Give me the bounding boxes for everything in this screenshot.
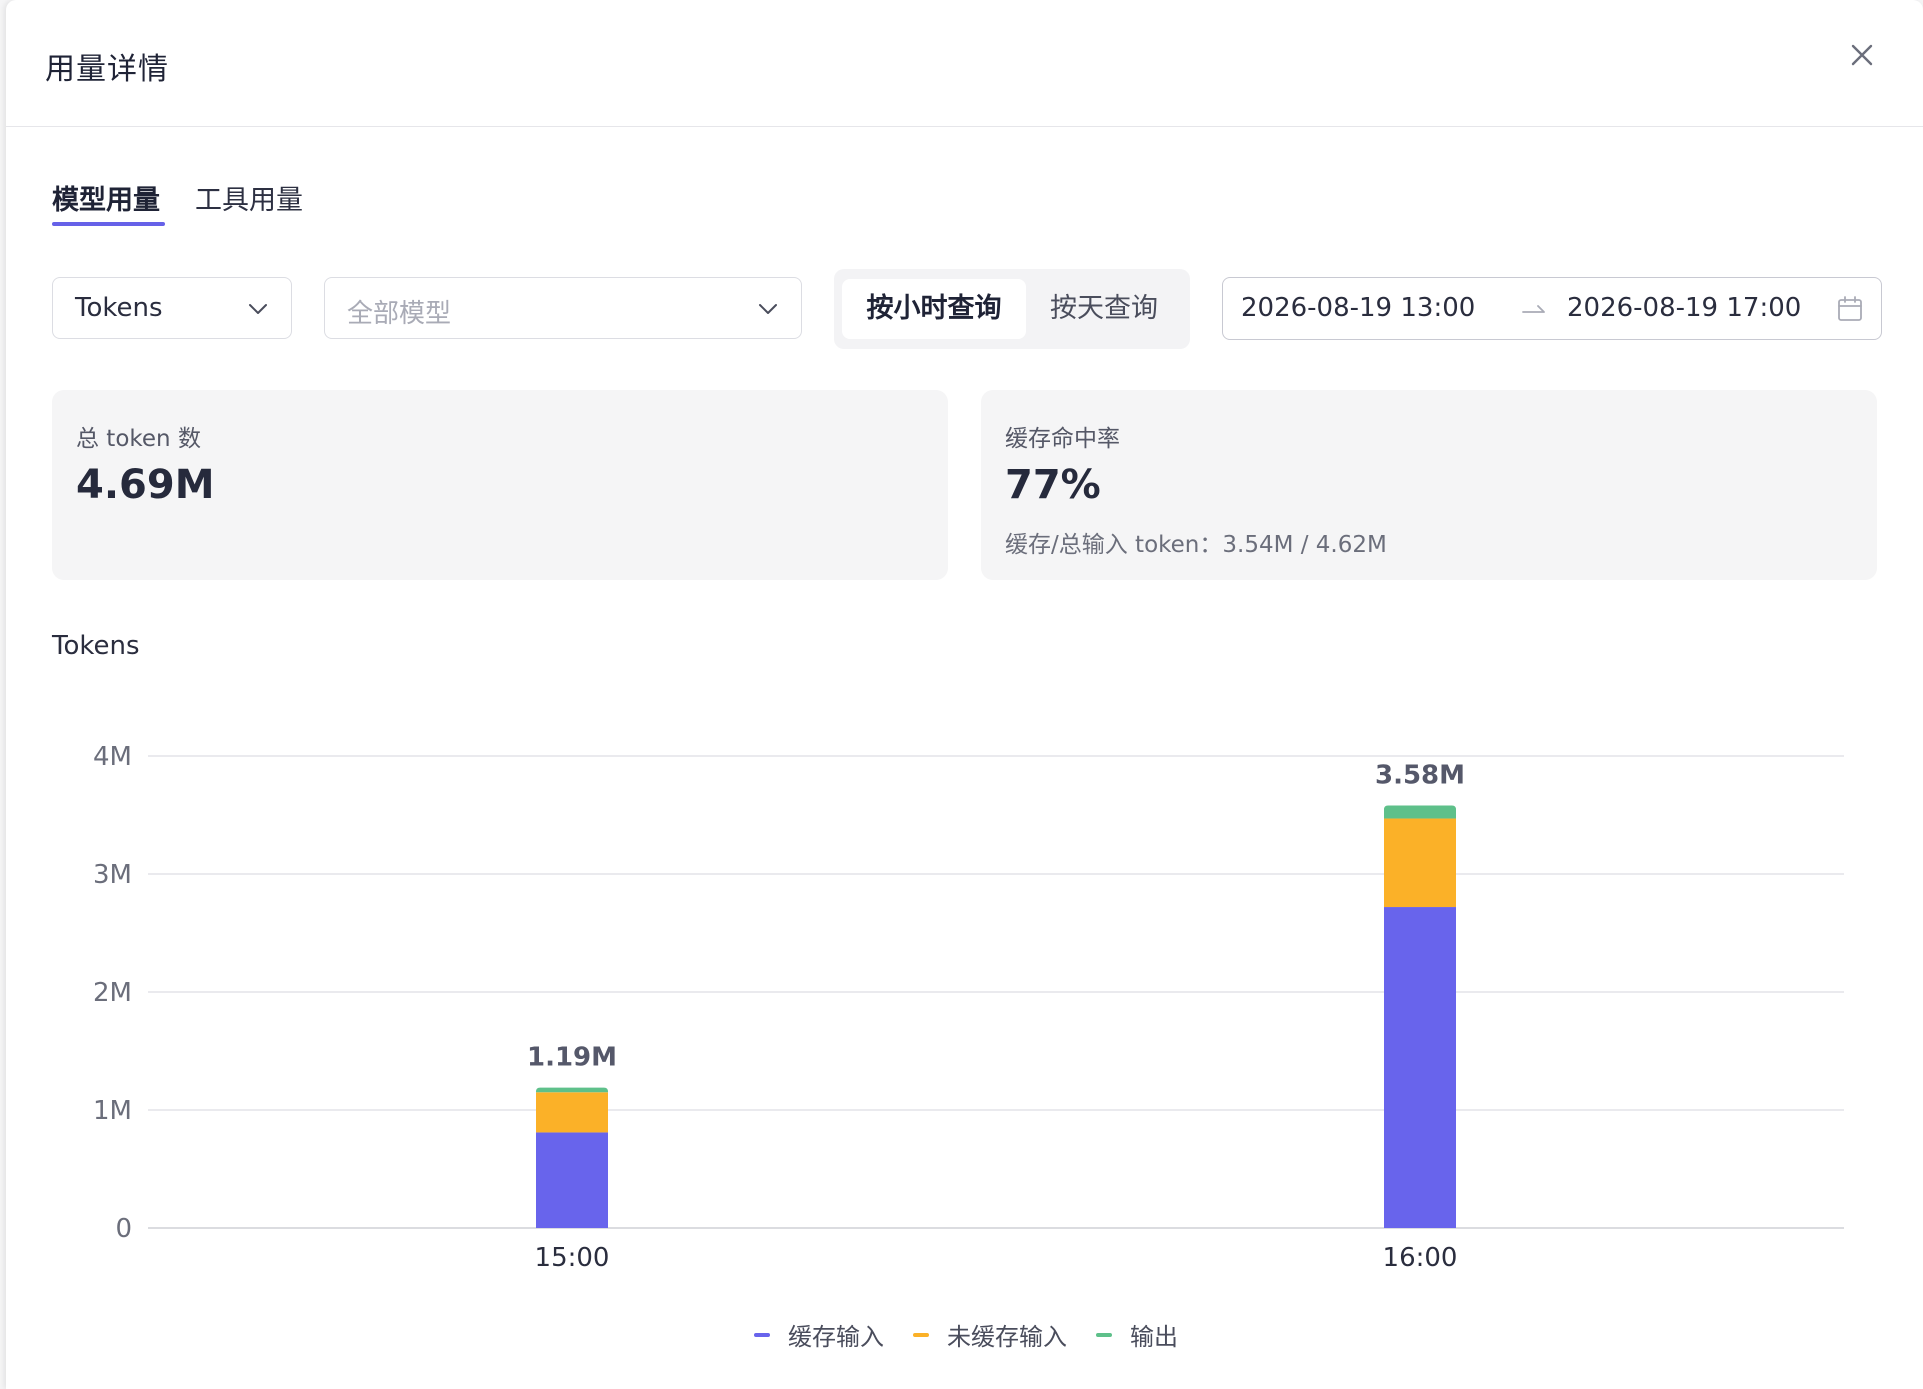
y-tick-label: 3M xyxy=(93,860,132,890)
model-select-placeholder: 全部模型 xyxy=(347,299,452,329)
total-tokens-label: 总 token 数 xyxy=(76,426,201,452)
bar-total-label: 3.58M xyxy=(1375,761,1465,791)
close-icon[interactable] xyxy=(1845,38,1879,72)
legend-swatch xyxy=(913,1333,929,1337)
bar-segment[interactable] xyxy=(536,1087,608,1093)
tab-model-usage[interactable]: 模型用量 xyxy=(52,178,160,217)
bar-segment[interactable] xyxy=(536,1092,608,1133)
bar-segment[interactable] xyxy=(1384,805,1456,819)
date-range-picker[interactable]: 2026-08-19 13:00 2026-08-19 17:00 xyxy=(1222,277,1882,340)
range-start-input[interactable]: 2026-08-19 13:00 xyxy=(1241,293,1475,323)
bar-total-label: 1.19M xyxy=(527,1043,617,1073)
y-tick-label: 0 xyxy=(115,1214,132,1244)
legend-label[interactable]: 缓存输入 xyxy=(788,1323,884,1351)
granularity-toggle: 按小时查询 按天查询 xyxy=(834,269,1190,349)
chevron-down-icon xyxy=(249,304,267,314)
x-tick-label: 15:00 xyxy=(535,1243,610,1273)
metric-select[interactable]: Tokens xyxy=(52,277,292,339)
model-select[interactable]: 全部模型 xyxy=(324,277,802,339)
modal-header: 用量详情 xyxy=(6,0,1923,127)
bar-segment[interactable] xyxy=(1384,907,1456,1228)
tab-tool-usage[interactable]: 工具用量 xyxy=(195,178,303,217)
modal-title: 用量详情 xyxy=(45,52,169,87)
legend-swatch xyxy=(1096,1333,1112,1337)
bar-segment[interactable] xyxy=(536,1132,608,1228)
query-by-hour-button[interactable]: 按小时查询 xyxy=(842,279,1026,339)
legend-label[interactable]: 未缓存输入 xyxy=(947,1323,1067,1351)
usage-detail-modal: 用量详情 模型用量 工具用量 Tokens 全部模型 按小时查询 按天查询 20… xyxy=(6,0,1923,1389)
chart-title: Tokens xyxy=(52,631,140,661)
legend-swatch xyxy=(754,1333,770,1337)
legend-label[interactable]: 输出 xyxy=(1130,1323,1178,1351)
calendar-icon[interactable] xyxy=(1837,295,1863,323)
range-end-input[interactable]: 2026-08-19 17:00 xyxy=(1567,293,1801,323)
y-tick-label: 2M xyxy=(93,978,132,1008)
total-tokens-card: 总 token 数 4.69M xyxy=(52,390,948,580)
cache-hit-label: 缓存命中率 xyxy=(1005,426,1120,452)
y-tick-label: 4M xyxy=(93,742,132,772)
bar-segment[interactable] xyxy=(1384,818,1456,908)
metric-select-value: Tokens xyxy=(75,293,163,323)
arrow-right-icon xyxy=(1522,305,1545,313)
cache-hit-card: 缓存命中率 77% 缓存/总输入 token：3.54M / 4.62M xyxy=(981,390,1877,580)
y-tick-label: 1M xyxy=(93,1096,132,1126)
chevron-down-icon xyxy=(759,304,777,314)
x-tick-label: 16:00 xyxy=(1383,1243,1458,1273)
active-tab-indicator xyxy=(52,222,165,226)
cache-hit-detail: 缓存/总输入 token：3.54M / 4.62M xyxy=(1005,532,1387,558)
cache-hit-value: 77% xyxy=(1005,462,1101,508)
query-by-day-button[interactable]: 按天查询 xyxy=(1026,279,1182,339)
total-tokens-value: 4.69M xyxy=(76,462,215,508)
